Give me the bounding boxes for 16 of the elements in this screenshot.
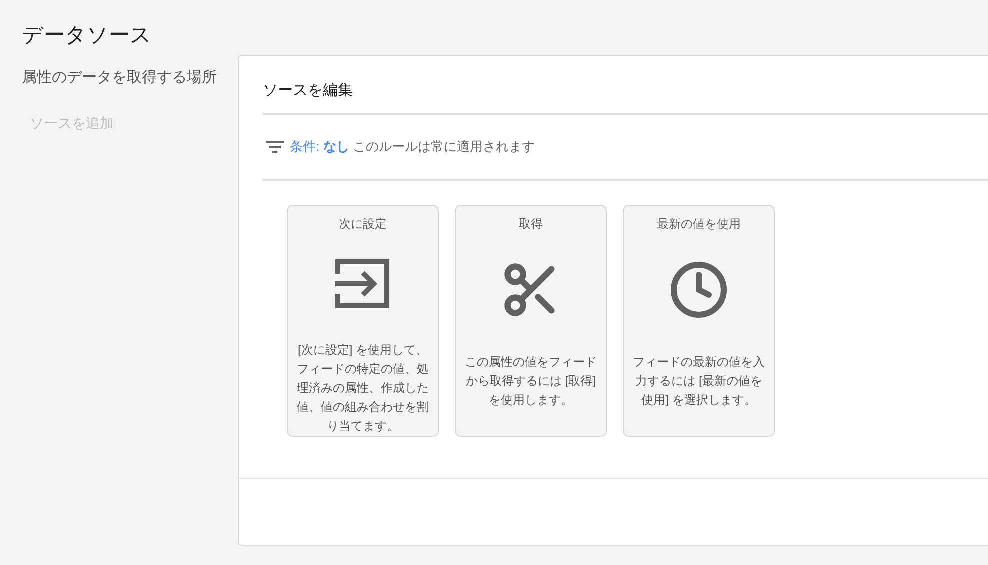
sidebar-heading: 属性のデータを取得する場所 <box>22 68 217 88</box>
option-title: 取得 <box>519 216 543 232</box>
filter-icon <box>266 140 284 154</box>
option-card[interactable]: 最新の値を使用 フィードの最新の値を入力するには [最新の値を使用] を選択します。 <box>623 205 775 437</box>
option-title: 次に設定 <box>339 216 387 232</box>
input-arrow-icon <box>335 258 391 310</box>
clock-icon <box>669 260 729 320</box>
page-title: データソース <box>22 23 152 49</box>
option-title: 最新の値を使用 <box>657 216 741 232</box>
option-card[interactable]: 取得 この属性の値をフィードから取得するには [取得] を使用します。 <box>455 205 607 437</box>
option-description: フィードの最新の値を入力するには [最新の値を使用] を選択します。 <box>632 354 766 409</box>
option-card[interactable]: 次に設定 [次に設定] を使用して、フィードの特定の値、処理済みの属性、作成した値、値の組み合わせを割り当てます。 <box>287 205 439 437</box>
option-description: [次に設定] を使用して、フィードの特定の値、処理済みの属性、作成した値、値の組み合わせを割り当てます。 <box>296 342 430 435</box>
panel-title: ソースを編集 <box>263 81 353 101</box>
option-description: この属性の値をフィードから取得するには [取得] を使用します。 <box>464 354 598 409</box>
condition-text: 条件: なし このルールは常に適用されます <box>290 138 535 156</box>
